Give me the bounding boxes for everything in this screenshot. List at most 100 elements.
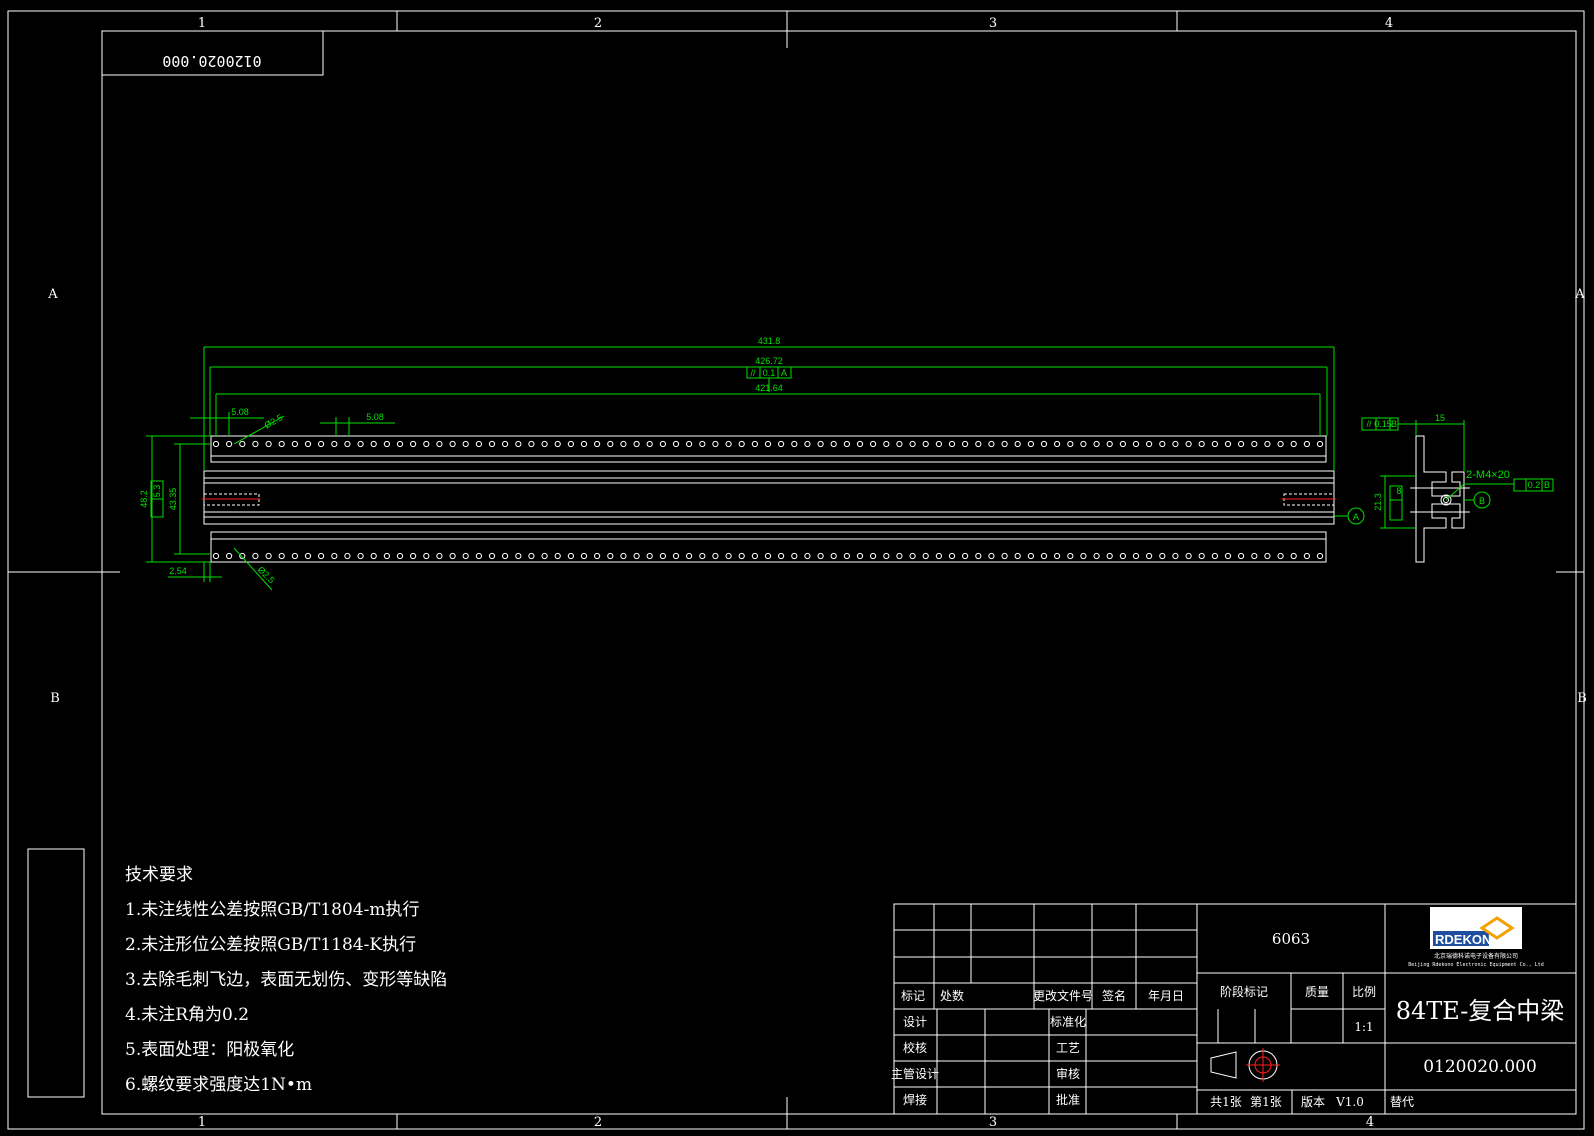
side-width: 15 [1435, 413, 1445, 423]
mounting-hole [1067, 440, 1074, 448]
mounting-hole [1146, 552, 1153, 560]
mounting-hole [699, 552, 706, 560]
mounting-hole [515, 440, 522, 448]
dim-length-3: 421.64 [755, 383, 783, 393]
dimension-texts: 431.8 426.72 // 0.1 A 421.64 5.08 5.08 Ø… [139, 336, 1359, 585]
mounting-hole [988, 440, 995, 448]
mounting-hole [396, 552, 404, 560]
mounting-hole [1093, 552, 1100, 560]
mounting-hole [357, 552, 364, 560]
mounting-hole [607, 552, 614, 560]
zone-row-b-left: B [50, 691, 60, 706]
dim-height-small: 5.3 [152, 485, 162, 498]
zone-col-4-bottom: 4 [1366, 1115, 1374, 1130]
mounting-hole [436, 552, 443, 560]
tb-material: 6063 [1272, 930, 1310, 948]
dim-length-2: 426.72 [755, 356, 783, 366]
mounting-hole [1040, 440, 1048, 448]
mounting-hole [1224, 440, 1232, 448]
mounting-hole [1067, 552, 1074, 560]
mounting-hole [962, 552, 969, 560]
zone-row-a-left: A [47, 287, 58, 302]
mounting-hole [896, 440, 903, 448]
tb-col-mark: 标记 [901, 989, 925, 1003]
mounting-hole [764, 440, 772, 448]
thread-tol-datum: B [1544, 480, 1550, 490]
zone-col-4-top: 4 [1385, 16, 1393, 31]
mounting-hole [528, 552, 535, 560]
mounting-hole [212, 440, 220, 448]
mounting-hole [1001, 552, 1008, 560]
note-item: 4.未注R角为0.2 [125, 1005, 249, 1025]
mounting-hole [449, 552, 456, 560]
tb-check: 校核 [903, 1040, 927, 1055]
note-item: 1.未注线性公差按照GB/T1804-m执行 [125, 900, 420, 920]
mounting-hole [594, 440, 601, 448]
dim-pitch-left: 5.08 [231, 407, 249, 417]
mounting-hole [212, 552, 220, 560]
mounting-hole [410, 440, 417, 448]
mounting-hole [778, 552, 785, 560]
mounting-hole [1106, 552, 1113, 560]
mounting-hole [344, 552, 351, 560]
hole-row-top [212, 440, 1324, 448]
thread-tol-value: 0.2 [1528, 480, 1541, 490]
mounting-hole [580, 440, 588, 448]
mounting-hole [659, 440, 667, 448]
mounting-hole [1054, 552, 1061, 560]
mounting-hole [935, 552, 943, 560]
mounting-hole [1290, 552, 1297, 560]
mounting-hole [291, 440, 298, 448]
zone-col-1-top: 1 [198, 16, 206, 31]
mounting-hole [830, 552, 837, 560]
tb-sheets-total: 共1张 [1210, 1095, 1242, 1109]
mounting-hole [331, 552, 338, 560]
mounting-hole [1185, 440, 1192, 448]
mounting-hole [896, 552, 903, 560]
dim-parallelism-datum: A [781, 368, 787, 378]
mounting-hole [843, 440, 851, 448]
mounting-hole [278, 552, 285, 560]
sheet-frame [7, 10, 1585, 1130]
mounting-hole [948, 440, 956, 448]
mounting-hole [1093, 440, 1100, 448]
mounting-hole [686, 552, 693, 560]
tb-lead-design: 主管设计 [891, 1066, 939, 1081]
mounting-hole [1014, 440, 1021, 448]
mounting-hole [1277, 552, 1284, 560]
mounting-hole [475, 440, 482, 448]
projection-symbol [1210, 1048, 1280, 1082]
mounting-hole [1290, 440, 1297, 448]
tb-standardize: 标准化 [1050, 1015, 1086, 1029]
mounting-hole [646, 440, 653, 448]
zone-col-2-top: 2 [594, 16, 602, 31]
hole-row-bottom [212, 552, 1324, 560]
mounting-hole [725, 440, 732, 448]
zone-row-b-right: B [1577, 691, 1587, 706]
mounting-hole [817, 440, 824, 448]
dim-hole-dia-top: Ø2.5 [263, 412, 285, 430]
mounting-hole [515, 552, 522, 560]
mounting-hole [488, 440, 496, 448]
mounting-hole [804, 552, 811, 560]
company-logo: RDEKONO 北京瑞德科诺电子设备有限公司 Beijing Rdekono E… [1408, 907, 1544, 968]
dim-height-total: 48.2 [139, 490, 149, 508]
mounting-hole [239, 440, 246, 448]
mounting-hole [291, 552, 298, 560]
thread-callout: 2-M4×20 [1466, 469, 1510, 481]
tb-part-name: 84TE-复合中梁 [1396, 997, 1565, 1025]
mounting-hole [1238, 552, 1245, 560]
mounting-hole [817, 552, 824, 560]
mounting-hole [1014, 552, 1021, 560]
mounting-hole [883, 552, 890, 560]
note-item: 6.螺纹要求强度达1N•m [125, 1075, 312, 1095]
mounting-hole [502, 440, 509, 448]
zone-col-3-top: 3 [989, 16, 997, 31]
mounting-hole [712, 440, 719, 448]
mounting-hole [436, 440, 443, 448]
tb-process: 工艺 [1056, 1041, 1080, 1055]
mounting-hole [686, 440, 693, 448]
mounting-hole [1303, 552, 1311, 560]
dim-parallelism-symbol: // [750, 368, 756, 378]
mounting-hole [423, 552, 430, 560]
